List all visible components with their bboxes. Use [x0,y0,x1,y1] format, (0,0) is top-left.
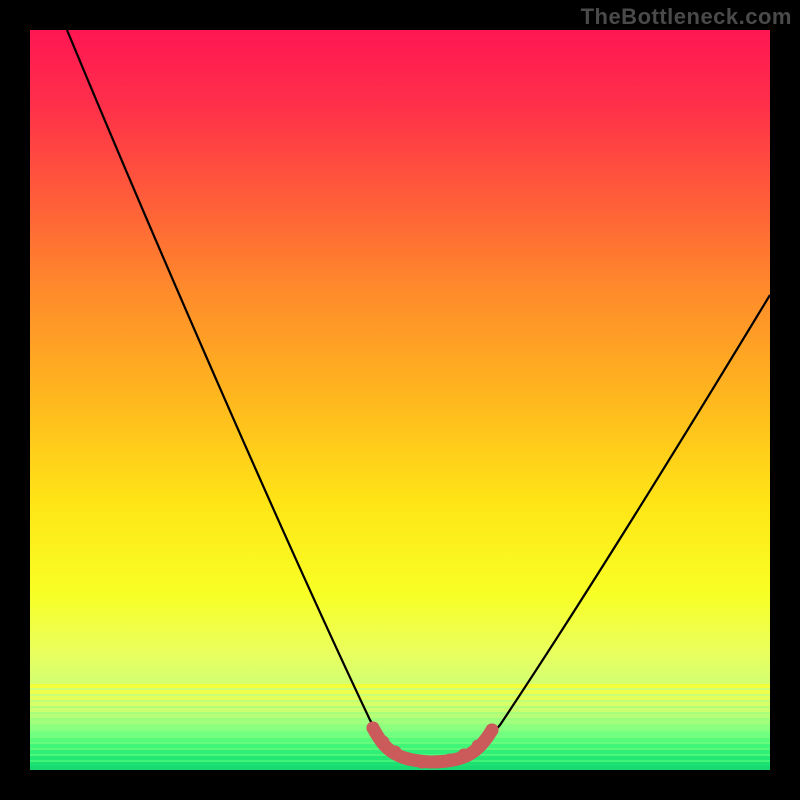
highlight-dots [367,722,499,769]
chart-frame: TheBottleneck.com [0,0,800,800]
curve-svg [30,30,770,770]
bottleneck-curve [67,30,770,762]
watermark-text: TheBottleneck.com [581,4,792,30]
plot-area [30,30,770,770]
